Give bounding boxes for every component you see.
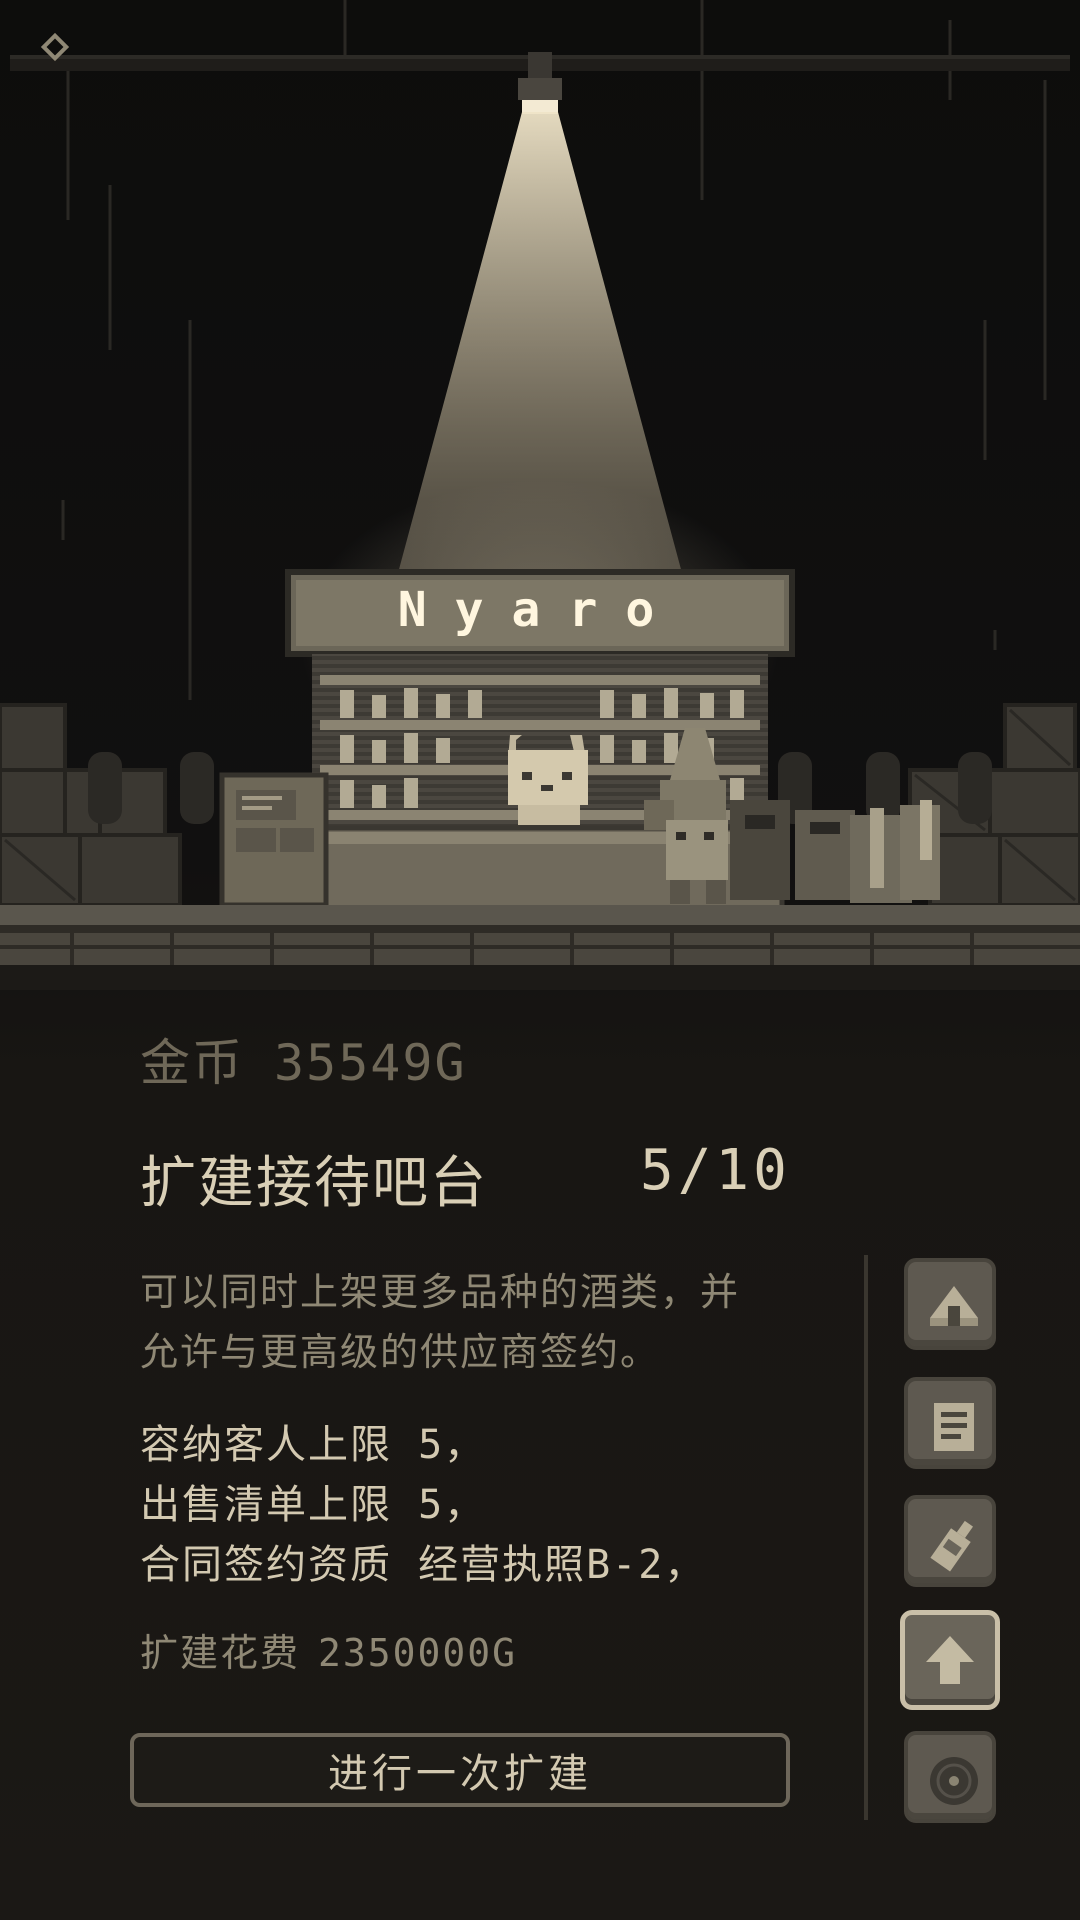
cost-value: 2350000G [318,1631,518,1675]
stat-line: 合同签约资质 经营执照B-2， [140,1542,707,1588]
stat-line: 容纳客人上限 5， [140,1422,487,1468]
cost-label: 扩建花费 [140,1631,301,1675]
upgrade-button[interactable] [900,1610,1000,1710]
bottle-button[interactable] [904,1495,996,1587]
shop-sign-text: Nyaro [398,582,683,638]
description-line: 允许与更高级的供应商签约。 [140,1330,661,1374]
bar-scene: Nyaro [0,0,1080,990]
scene-illustration: Nyaro [0,0,1080,990]
settings-gear-icon[interactable] [40,32,70,62]
description-line: 可以同时上架更多品种的酒类，并 [140,1270,741,1314]
gold-display: 金币 35549G [140,1023,467,1095]
upgrade-level: 5/10 [640,1138,791,1203]
stat-line: 出售清单上限 5， [140,1482,487,1528]
document-icon [934,1403,974,1451]
panel-divider [864,1255,868,1820]
record-button[interactable] [904,1731,996,1823]
gold-value: 35549G [274,1034,467,1092]
upgrade-description: 可以同时上架更多品种的酒类，并 允许与更高级的供应商签约。 [140,1262,830,1382]
upgrade-arrow-icon [926,1636,974,1684]
bottle-icon [930,1520,974,1572]
record-disc-icon [930,1757,978,1805]
menu-board [219,772,329,908]
game-screen: Nyaro 金币 35549G 扩建接待吧台 5/10 可以同时上架更多品种的酒类… [0,0,1080,1920]
upgrade-title: 扩建接待吧台 [140,1151,488,1216]
document-button[interactable] [904,1377,996,1469]
tent-icon [930,1286,978,1326]
upgrade-stats: 容纳客人上限 5， 出售清单上限 5， 合同签约资质 经营执照B-2， [140,1415,706,1595]
tent-button[interactable] [904,1258,996,1350]
expand-button[interactable]: 进行一次扩建 [130,1733,790,1807]
upgrade-cost: 扩建花费 2350000G [140,1622,517,1677]
gold-label: 金币 [140,1034,244,1092]
